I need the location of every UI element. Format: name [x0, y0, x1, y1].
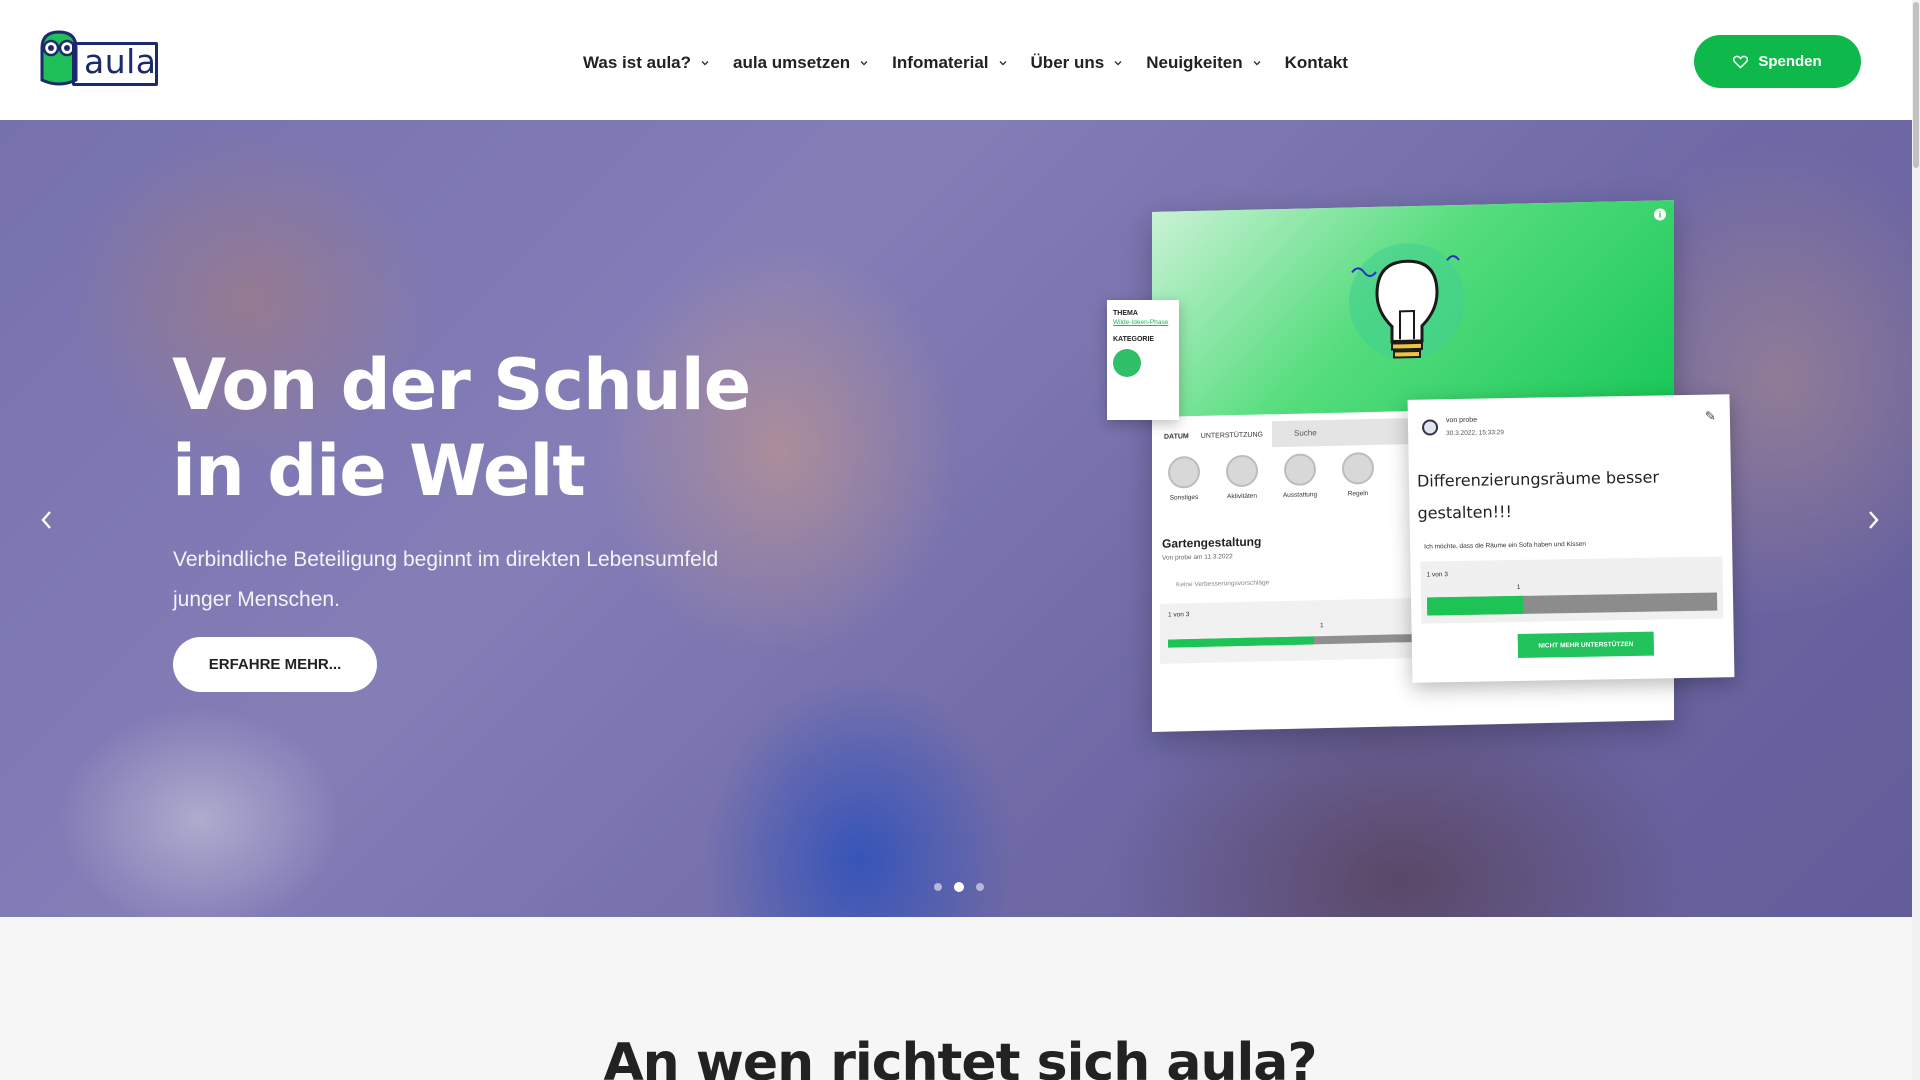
nav-item-label: Über uns: [1030, 53, 1105, 72]
slider-dot-2[interactable]: [954, 882, 964, 892]
nav-item-infomaterial[interactable]: Infomaterial: [892, 53, 1007, 73]
idea-date: 30.3.2022, 15:33:29: [1446, 429, 1505, 438]
app-mockup-image: i DATUM UNTERSTÜTZUNG Suche Sonstiges Ak…: [1107, 200, 1735, 732]
aula-logo[interactable]: aula: [38, 30, 162, 88]
tab-datum: DATUM: [1164, 432, 1189, 441]
chevron-down-icon: [1253, 61, 1261, 66]
hero-subtitle: Verbindliche Beteiligung beginnt im dire…: [173, 548, 719, 611]
tag-label: KATEGORIE: [1113, 336, 1155, 343]
idea-card-comment: Keine Verbesserungsvorschläge: [1176, 579, 1270, 589]
learn-more-button[interactable]: ERFAHRE MEHR...: [173, 637, 377, 692]
category-ausstattung-icon: [1284, 453, 1316, 487]
page-scrollbar[interactable]: [1912, 0, 1920, 1080]
slider-prev-icon[interactable]: [32, 505, 62, 535]
tab-unterstuetzung: UNTERSTÜTZUNG: [1200, 430, 1263, 440]
unsupport-button: NICHT MEHR UNTERSTÜTZEN: [1517, 631, 1655, 658]
donate-label: Spenden: [1758, 53, 1822, 70]
vote-progress-fill: [1427, 595, 1523, 616]
pencil-icon: ✎: [1704, 408, 1717, 424]
category-icon: [1113, 349, 1141, 377]
vote-marker: 1: [1320, 622, 1324, 630]
nav-item-kontakt[interactable]: Kontakt: [1285, 53, 1348, 73]
mockup-idea-detail: von probe 30.3.2022, 15:33:29 ✎ Differen…: [1407, 394, 1735, 683]
slider-dots: [934, 882, 984, 892]
tag-label: THEMA: [1113, 310, 1138, 317]
site-header: aula Was ist aula? aula umsetzen Infomat…: [0, 0, 1920, 120]
nav-item-label: Kontakt: [1284, 53, 1348, 72]
hero-slider: Von der Schule in die Welt Verbindliche …: [0, 120, 1920, 917]
category-item: Sonstiges: [1162, 455, 1206, 502]
mockup-banner: [1152, 200, 1674, 417]
mockup-search: Suche: [1272, 417, 1417, 448]
section-title: An wen richtet sich aula?: [603, 1033, 1317, 1080]
vote-count: 1 von 3: [1426, 571, 1449, 579]
idea-vote: 1 von 3 1: [1420, 556, 1724, 624]
category-item: Regeln: [1336, 451, 1380, 498]
category-label: Aktivitäten: [1227, 492, 1257, 501]
idea-card-title: Gartengestaltung: [1162, 534, 1262, 551]
avatar: [1421, 419, 1439, 436]
mockup-topic-tag: THEMA Wilde-Ideen-Phase KATEGORIE: [1107, 300, 1179, 420]
nav-item-label: Was ist aula?: [583, 53, 692, 72]
category-item: Aktivitäten: [1220, 454, 1264, 500]
slider-next-icon[interactable]: [1858, 505, 1888, 535]
category-item: Ausstattung: [1278, 453, 1322, 499]
logo-text: aula: [84, 42, 157, 81]
idea-text: Ich möchte, dass die Räume ein Sofa habe…: [1424, 540, 1587, 551]
category-sonstiges-icon: [1168, 455, 1200, 489]
nav-item-label: Infomaterial: [892, 53, 989, 72]
nav-item-aula-umsetzen[interactable]: aula umsetzen: [733, 53, 869, 73]
vote-count: 1 von 3: [1168, 611, 1190, 619]
category-label: Sonstiges: [1169, 493, 1199, 502]
chevron-down-icon: [999, 61, 1007, 66]
idea-title: Differenzierungsräume besser gestalten!!…: [1416, 467, 1660, 523]
main-nav: Was ist aula? aula umsetzen Infomaterial…: [583, 53, 1371, 73]
nav-item-ueber-uns[interactable]: Über uns: [1031, 53, 1124, 73]
nav-item-was-ist-aula[interactable]: Was ist aula?: [583, 53, 710, 73]
nav-item-label: Neuigkeiten: [1146, 53, 1243, 72]
vote-marker: 1: [1516, 583, 1521, 591]
hero-title: Von der Schule in die Welt: [172, 344, 751, 512]
chevron-down-icon: [1114, 61, 1122, 66]
scrollbar-thumb[interactable]: [1913, 2, 1919, 168]
chevron-down-icon: [860, 61, 868, 66]
category-regeln-icon: [1342, 451, 1374, 485]
vote-progress-bar: [1427, 592, 1718, 616]
donate-button[interactable]: Spenden: [1694, 35, 1861, 88]
category-aktivitaeten-icon: [1226, 454, 1258, 488]
nav-item-neuigkeiten[interactable]: Neuigkeiten: [1146, 53, 1261, 73]
mockup-categories: Sonstiges Aktivitäten Ausstattung Regeln: [1162, 451, 1380, 502]
category-label: Regeln: [1347, 490, 1369, 498]
idea-card-meta: Von probe am 11.3.2022: [1162, 553, 1233, 562]
slider-dot-3[interactable]: [976, 883, 984, 891]
heart-icon: [1733, 55, 1749, 69]
idea-author: von probe: [1445, 416, 1478, 425]
nav-item-label: aula umsetzen: [733, 53, 851, 72]
vote-progress-fill: [1168, 636, 1315, 648]
category-label: Ausstattung: [1282, 491, 1318, 500]
slider-dot-1[interactable]: [934, 883, 942, 891]
audience-section: An wen richtet sich aula?: [0, 917, 1920, 1080]
chevron-down-icon: [701, 61, 709, 66]
lightbulb-icon: [1349, 243, 1465, 360]
tag-value: Wilde-Ideen-Phase: [1113, 319, 1169, 326]
